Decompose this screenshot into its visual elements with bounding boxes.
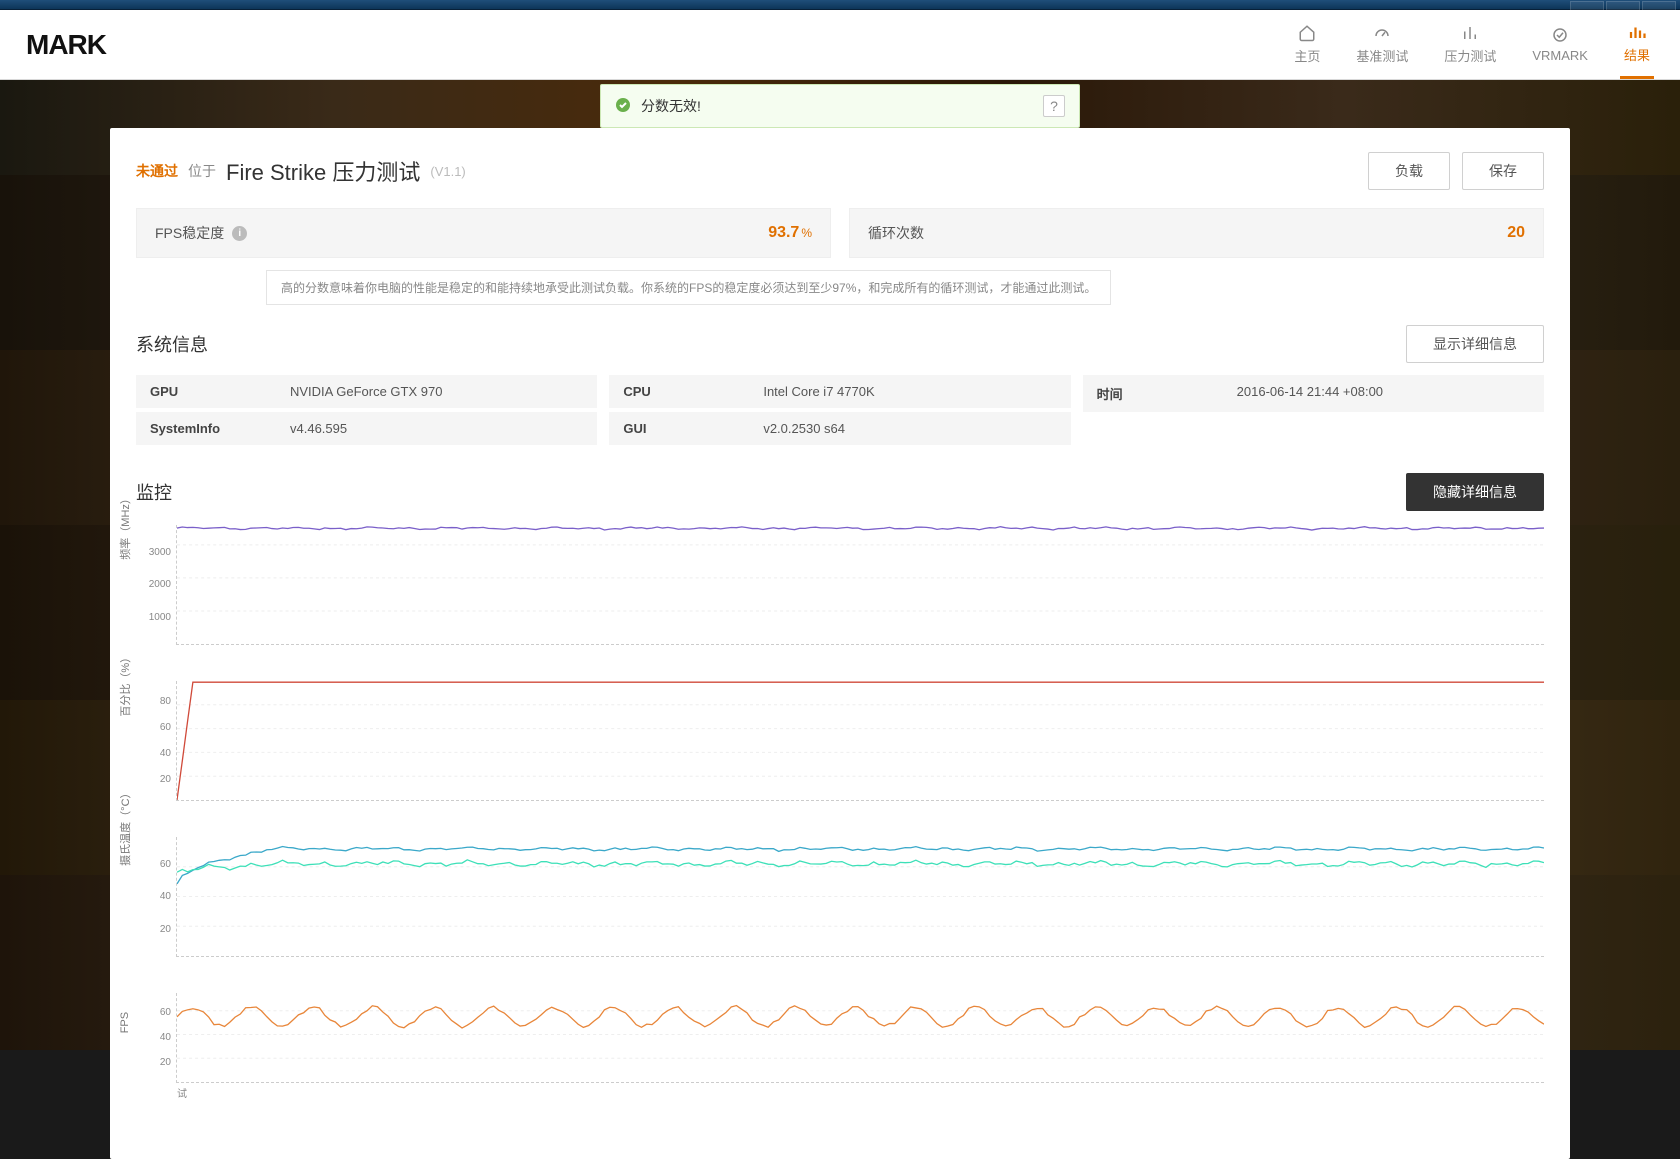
vr-icon bbox=[1550, 26, 1570, 44]
nav-label: 压力测试 bbox=[1444, 46, 1496, 65]
load-button[interactable]: 负载 bbox=[1368, 152, 1450, 190]
gpu-label: GPU bbox=[136, 375, 276, 408]
bars-icon bbox=[1460, 24, 1480, 42]
fps-stability-unit: % bbox=[801, 226, 812, 240]
chart-y-label: 摄氏温度（°C） bbox=[117, 787, 133, 865]
cpu-label: CPU bbox=[609, 375, 749, 408]
check-icon bbox=[615, 97, 631, 116]
monitor-title: 监控 bbox=[136, 479, 172, 505]
hide-details-button[interactable]: 隐藏详细信息 bbox=[1406, 473, 1544, 511]
nav-home[interactable]: 主页 bbox=[1290, 10, 1324, 79]
located-at-label: 位于 bbox=[188, 161, 216, 181]
nav-stress[interactable]: 压力测试 bbox=[1440, 10, 1500, 79]
save-button[interactable]: 保存 bbox=[1462, 152, 1544, 190]
fps-tooltip: 高的分数意味着你电脑的性能是稳定的和能持续地承受此测试负载。你系统的FPS的稳定… bbox=[266, 270, 1111, 305]
chart-y-label: 百分比（%） bbox=[117, 651, 133, 716]
gpu-value: NVIDIA GeForce GTX 970 bbox=[276, 375, 597, 408]
monitor-chart: 80604020百分比（%） bbox=[176, 681, 1544, 801]
monitor-chart: 604020FPS试 bbox=[176, 993, 1544, 1083]
time-label: 时间 bbox=[1083, 375, 1223, 412]
cpu-value: Intel Core i7 4770K bbox=[749, 375, 1070, 408]
app-header: MARK 主页 基准测试 压力测试 VRMARK 结果 bbox=[0, 10, 1680, 80]
result-icon bbox=[1627, 23, 1647, 41]
nav-label: 结果 bbox=[1624, 45, 1650, 64]
nav-results[interactable]: 结果 bbox=[1620, 10, 1654, 79]
gui-label: GUI bbox=[609, 412, 749, 445]
table-row: GPUNVIDIA GeForce GTX 970 bbox=[136, 375, 597, 408]
table-row: CPUIntel Core i7 4770K bbox=[609, 375, 1070, 408]
nav-label: VRMARK bbox=[1532, 48, 1588, 63]
loops-label: 循环次数 bbox=[868, 223, 924, 243]
nav-vrmark[interactable]: VRMARK bbox=[1528, 10, 1592, 79]
nav-benchmark[interactable]: 基准测试 bbox=[1352, 10, 1412, 79]
result-card: 未通过 位于 Fire Strike 压力测试 (V1.1) 负载 保存 FPS… bbox=[110, 128, 1570, 1159]
chart-y-label: FPS bbox=[119, 1011, 131, 1032]
fps-stability-value: 93.7 bbox=[768, 224, 799, 242]
loops-value: 20 bbox=[1507, 224, 1525, 242]
gauge-icon bbox=[1372, 24, 1392, 42]
fps-stability-box: FPS稳定度 i 93.7 % bbox=[136, 208, 831, 258]
monitor-head: 监控 隐藏详细信息 bbox=[136, 473, 1544, 511]
monitor-chart: 300020001000频率（MHz） bbox=[176, 525, 1544, 645]
table-row: 时间2016-06-14 21:44 +08:00 bbox=[1083, 375, 1544, 412]
notice-banner: 分数无效! ? bbox=[600, 84, 1080, 128]
nav-label: 基准测试 bbox=[1356, 46, 1408, 65]
time-value: 2016-06-14 21:44 +08:00 bbox=[1223, 375, 1544, 412]
table-row: SystemInfov4.46.595 bbox=[136, 412, 597, 445]
systeminfo-label: SystemInfo bbox=[136, 412, 276, 445]
info-icon[interactable]: i bbox=[232, 226, 247, 241]
test-name: Fire Strike 压力测试 bbox=[226, 155, 420, 187]
loops-box: 循环次数 20 bbox=[849, 208, 1544, 258]
main-nav: 主页 基准测试 压力测试 VRMARK 结果 bbox=[1290, 10, 1654, 79]
show-details-button[interactable]: 显示详细信息 bbox=[1406, 325, 1544, 363]
test-version: (V1.1) bbox=[430, 164, 465, 179]
fps-stability-label: FPS稳定度 bbox=[155, 223, 224, 243]
table-row: GUIv2.0.2530 s64 bbox=[609, 412, 1070, 445]
gui-value: v2.0.2530 s64 bbox=[749, 412, 1070, 445]
sysinfo-grid: GPUNVIDIA GeForce GTX 970 SystemInfov4.4… bbox=[136, 375, 1544, 445]
chart-y-label: 频率（MHz） bbox=[117, 493, 133, 560]
nav-label: 主页 bbox=[1294, 46, 1320, 65]
systeminfo-value: v4.46.595 bbox=[276, 412, 597, 445]
charts-container: 300020001000频率（MHz） 80604020百分比（%） 604020摄… bbox=[136, 525, 1544, 1083]
stat-row: FPS稳定度 i 93.7 % 循环次数 20 bbox=[136, 208, 1544, 258]
notice-help-button[interactable]: ? bbox=[1043, 95, 1065, 117]
app-logo: MARK bbox=[26, 29, 106, 61]
monitor-chart: 604020摄氏温度（°C） bbox=[176, 837, 1544, 957]
home-icon bbox=[1297, 24, 1317, 42]
window-titlebar bbox=[0, 0, 1680, 10]
notice-text: 分数无效! bbox=[641, 96, 701, 116]
sysinfo-title: 系统信息 bbox=[136, 331, 208, 357]
status-badge: 未通过 bbox=[136, 161, 178, 181]
title-row: 未通过 位于 Fire Strike 压力测试 (V1.1) 负载 保存 bbox=[136, 152, 1544, 190]
sysinfo-head: 系统信息 显示详细信息 bbox=[136, 325, 1544, 363]
